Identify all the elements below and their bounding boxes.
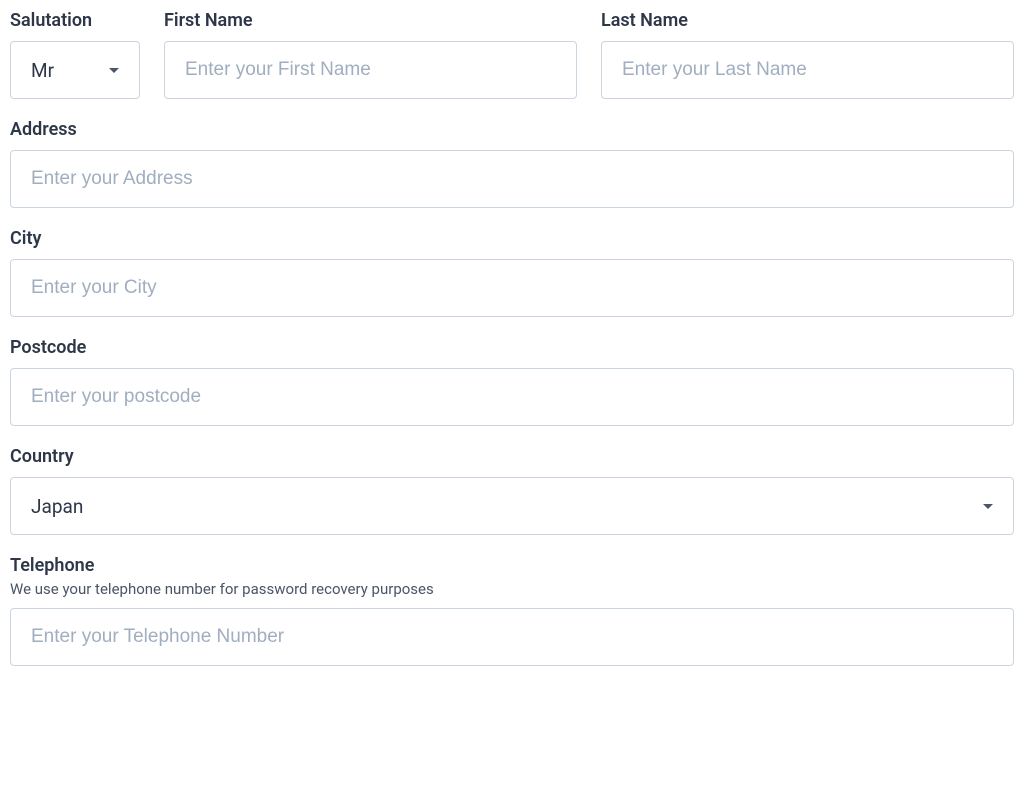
address-group: Address [10, 119, 1014, 208]
telephone-row: Telephone We use your telephone number f… [10, 555, 1014, 666]
telephone-group: Telephone We use your telephone number f… [10, 555, 1014, 666]
country-value: Japan [31, 495, 983, 518]
first-name-input[interactable] [164, 41, 577, 99]
city-group: City [10, 228, 1014, 317]
last-name-group: Last Name [601, 10, 1014, 99]
caret-down-icon [983, 504, 993, 509]
postcode-input[interactable] [10, 368, 1014, 426]
country-select[interactable]: Japan [10, 477, 1014, 535]
name-row: Salutation Mr First Name Last Name [10, 10, 1014, 99]
salutation-group: Salutation Mr [10, 10, 140, 99]
salutation-value: Mr [31, 59, 109, 82]
postcode-group: Postcode [10, 337, 1014, 426]
first-name-group: First Name [164, 10, 577, 99]
postcode-row: Postcode [10, 337, 1014, 426]
address-input[interactable] [10, 150, 1014, 208]
salutation-label: Salutation [10, 10, 140, 31]
country-group: Country Japan [10, 446, 1014, 535]
city-row: City [10, 228, 1014, 317]
first-name-label: First Name [164, 10, 577, 31]
country-row: Country Japan [10, 446, 1014, 535]
salutation-select[interactable]: Mr [10, 41, 140, 99]
postcode-label: Postcode [10, 337, 1014, 358]
telephone-label: Telephone [10, 555, 1014, 576]
telephone-helper: We use your telephone number for passwor… [10, 580, 1014, 598]
address-row: Address [10, 119, 1014, 208]
city-input[interactable] [10, 259, 1014, 317]
city-label: City [10, 228, 1014, 249]
country-label: Country [10, 446, 1014, 467]
telephone-input[interactable] [10, 608, 1014, 666]
address-label: Address [10, 119, 1014, 140]
last-name-label: Last Name [601, 10, 1014, 31]
last-name-input[interactable] [601, 41, 1014, 99]
caret-down-icon [109, 68, 119, 73]
